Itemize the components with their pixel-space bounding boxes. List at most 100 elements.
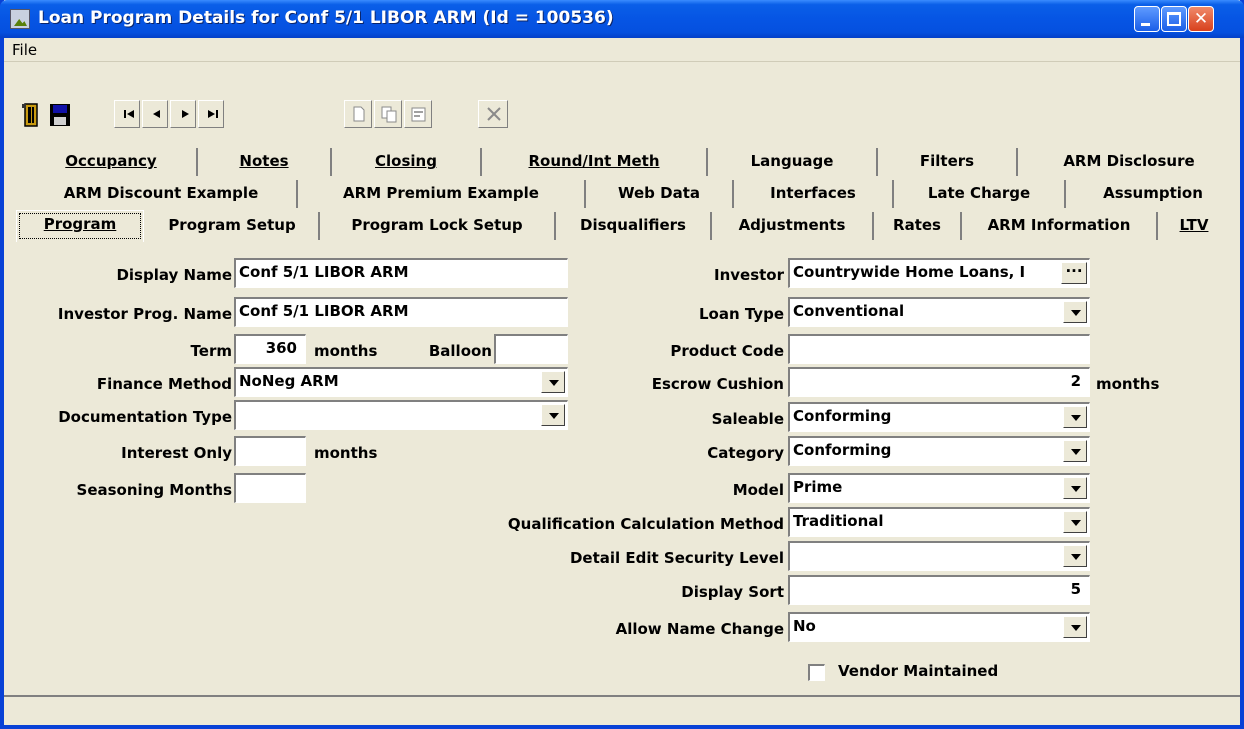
tab-round-int-meth[interactable]: Round/Int Meth [482, 148, 708, 176]
chevron-down-icon[interactable] [1063, 301, 1087, 323]
tab-arm-premium-example[interactable]: ARM Premium Example [298, 180, 586, 208]
title-bar[interactable]: Loan Program Details for Conf 5/1 LIBOR … [0, 0, 1244, 38]
term-label: Term [190, 342, 232, 360]
chevron-down-icon[interactable] [1063, 406, 1087, 428]
loan-type-select[interactable]: Conventional [788, 297, 1090, 327]
chevron-down-icon[interactable] [1063, 511, 1087, 533]
allow-name-change-select[interactable]: No [788, 612, 1090, 642]
exit-button[interactable] [18, 100, 46, 132]
previous-record-button[interactable] [142, 100, 168, 128]
display-sort-field[interactable]: 5 [788, 575, 1090, 605]
investor-value: Countrywide Home Loans, I [793, 263, 1026, 281]
tab-interfaces[interactable]: Interfaces [734, 180, 894, 208]
properties-icon [411, 107, 426, 122]
copy-button[interactable] [374, 100, 402, 128]
tab-arm-discount-example[interactable]: ARM Discount Example [26, 180, 298, 208]
escrow-cushion-field[interactable]: 2 [788, 367, 1090, 397]
term-field[interactable]: 360 [234, 334, 306, 364]
maximize-button[interactable] [1161, 6, 1187, 32]
tab-program-setup[interactable]: Program Setup [146, 212, 320, 240]
properties-button[interactable] [404, 100, 432, 128]
new-icon [353, 106, 365, 122]
display-sort-label: Display Sort [681, 583, 784, 601]
tab-program[interactable]: Program [16, 210, 144, 242]
qualification-calc-label: Qualification Calculation Method [507, 515, 784, 533]
escrow-cushion-unit-label: months [1096, 375, 1160, 393]
model-label: Model [732, 481, 784, 499]
tab-row-1: Occupancy Notes Closing Round/Int Meth L… [4, 148, 1240, 180]
tab-adjustments[interactable]: Adjustments [712, 212, 874, 240]
qualification-calc-select[interactable]: Traditional [788, 507, 1090, 537]
app-icon [10, 9, 30, 29]
minimize-button[interactable] [1134, 6, 1160, 32]
new-button[interactable] [344, 100, 372, 128]
window-title: Loan Program Details for Conf 5/1 LIBOR … [38, 8, 614, 28]
detail-edit-security-select[interactable] [788, 541, 1090, 571]
finance-method-value: NoNeg ARM [239, 372, 339, 390]
model-select[interactable]: Prime [788, 473, 1090, 503]
saleable-label: Saleable [711, 410, 784, 428]
menu-file[interactable]: File [12, 41, 37, 59]
tab-filters[interactable]: Filters [878, 148, 1018, 176]
close-icon: ✕ [1193, 9, 1209, 29]
allow-name-change-value: No [793, 617, 816, 635]
tab-arm-information[interactable]: ARM Information [962, 212, 1158, 240]
tab-row-2: ARM Discount Example ARM Premium Example… [4, 180, 1240, 212]
detail-edit-security-label: Detail Edit Security Level [569, 549, 784, 567]
interest-only-label: Interest Only [121, 444, 232, 462]
display-name-label: Display Name [116, 266, 232, 284]
saleable-value: Conforming [793, 407, 892, 425]
saleable-select[interactable]: Conforming [788, 402, 1090, 432]
finance-method-label: Finance Method [96, 375, 232, 393]
chevron-down-icon[interactable] [1063, 440, 1087, 462]
next-record-button[interactable] [170, 100, 196, 128]
loan-type-label: Loan Type [698, 305, 784, 323]
menu-bar: File [4, 38, 1240, 62]
chevron-down-icon[interactable] [1063, 616, 1087, 638]
copy-icon [381, 106, 397, 123]
seasoning-months-field[interactable] [234, 473, 306, 503]
tab-notes[interactable]: Notes [198, 148, 332, 176]
tab-ltv[interactable]: LTV [1158, 212, 1230, 240]
vendor-maintained-label: Vendor Maintained [838, 662, 999, 680]
balloon-label: Balloon [428, 342, 492, 360]
tab-assumption[interactable]: Assumption [1066, 180, 1240, 208]
investor-label: Investor [713, 266, 784, 284]
maximize-icon [1167, 12, 1181, 26]
last-record-icon [208, 110, 218, 118]
category-select[interactable]: Conforming [788, 436, 1090, 466]
tab-late-charge[interactable]: Late Charge [894, 180, 1066, 208]
delete-icon [487, 107, 501, 121]
interest-only-unit-label: months [314, 444, 378, 462]
investor-field[interactable]: Countrywide Home Loans, I ··· [788, 258, 1090, 288]
qualification-calc-value: Traditional [793, 512, 884, 530]
allow-name-change-label: Allow Name Change [615, 620, 784, 638]
term-unit-label: months [314, 342, 378, 360]
interest-only-field[interactable] [234, 436, 306, 466]
chevron-down-icon[interactable] [1063, 545, 1087, 567]
tab-rates[interactable]: Rates [874, 212, 962, 240]
exit-icon [22, 103, 38, 127]
browse-investor-button[interactable]: ··· [1061, 262, 1087, 284]
first-record-button[interactable] [114, 100, 140, 128]
save-button[interactable] [48, 100, 72, 132]
last-record-button[interactable] [198, 100, 224, 128]
tab-arm-disclosure[interactable]: ARM Disclosure [1018, 148, 1240, 176]
tab-language[interactable]: Language [708, 148, 878, 176]
toolbar [4, 64, 1240, 138]
tab-web-data[interactable]: Web Data [586, 180, 734, 208]
model-value: Prime [793, 478, 843, 496]
tab-occupancy[interactable]: Occupancy [26, 148, 198, 176]
next-record-icon [182, 110, 189, 118]
tab-closing[interactable]: Closing [332, 148, 482, 176]
vendor-maintained-checkbox[interactable] [808, 664, 825, 681]
status-bar [4, 695, 1240, 725]
first-record-icon [124, 110, 134, 118]
save-icon [50, 104, 70, 126]
tab-program-lock-setup[interactable]: Program Lock Setup [320, 212, 556, 240]
delete-button[interactable] [478, 100, 508, 128]
close-button[interactable]: ✕ [1188, 6, 1214, 32]
product-code-field[interactable] [788, 334, 1090, 364]
chevron-down-icon[interactable] [1063, 477, 1087, 499]
tab-disqualifiers[interactable]: Disqualifiers [556, 212, 712, 240]
